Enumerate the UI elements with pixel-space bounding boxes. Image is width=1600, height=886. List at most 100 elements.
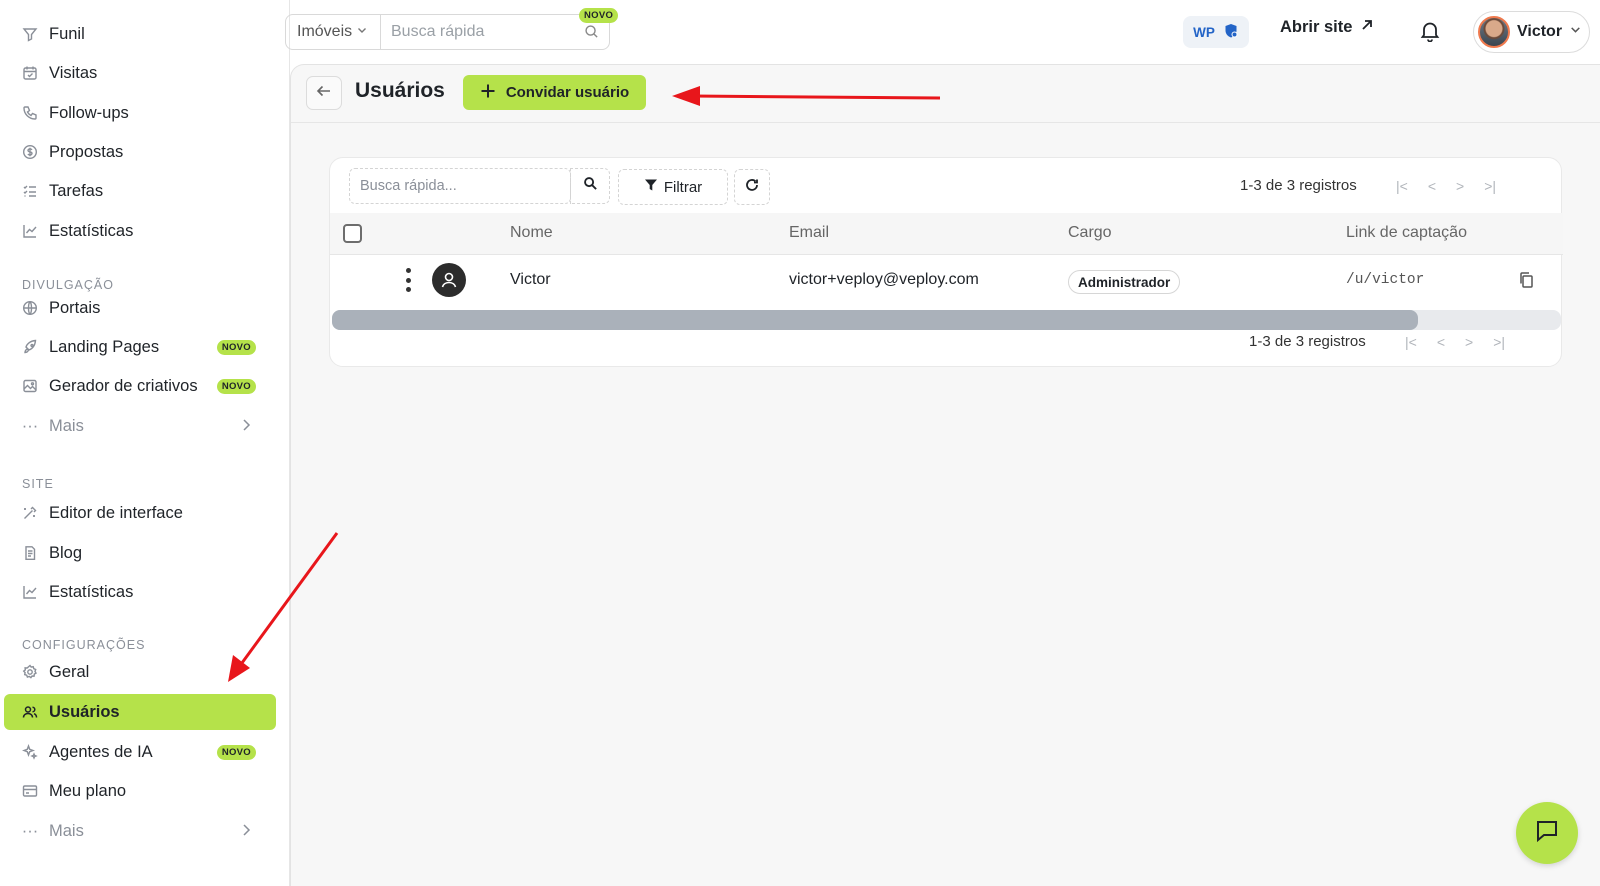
search-placeholder: Busca rápida — [391, 23, 485, 40]
search-scope-select[interactable]: Imóveis — [286, 15, 381, 49]
column-header-link[interactable]: Link de captação — [1346, 224, 1467, 242]
column-header-nome[interactable]: Nome — [510, 224, 553, 242]
filter-label: Filtrar — [663, 178, 703, 196]
invite-user-label: Convidar usuário — [505, 84, 630, 101]
pagination-top: |< < > >| — [1396, 178, 1496, 194]
first-page-icon[interactable]: |< — [1405, 334, 1417, 350]
sidebar-item-mais-divulgacao[interactable]: ··· Mais — [4, 408, 276, 444]
records-count-bottom: 1-3 de 3 registros — [1249, 333, 1366, 350]
sidebar-item-estatisticas-site[interactable]: Estatísticas — [4, 574, 276, 610]
sidebar-item-propostas[interactable]: Propostas — [4, 134, 276, 170]
prev-page-icon[interactable]: < — [1428, 178, 1436, 194]
sidebar-item-usuarios[interactable]: Usuários — [4, 694, 276, 730]
card-icon — [22, 783, 38, 799]
sidebar-item-label: Blog — [49, 543, 83, 562]
copy-icon[interactable] — [1518, 271, 1534, 294]
scrollbar-thumb[interactable] — [332, 310, 1418, 330]
dollar-icon — [22, 144, 38, 160]
sidebar-item-label: Estatísticas — [49, 582, 134, 601]
arrow-left-icon — [315, 82, 333, 105]
sidebar-item-agentes-de-ia[interactable]: Agentes de IA NOVO — [4, 734, 276, 770]
chevron-down-icon — [356, 23, 368, 41]
column-header-email[interactable]: Email — [789, 224, 829, 242]
sidebar-item-editor-de-interface[interactable]: Editor de interface — [4, 495, 276, 531]
sidebar-item-meu-plano[interactable]: Meu plano — [4, 773, 276, 809]
table-row: Victor victor+veploy@veploy.com Administ… — [330, 255, 1563, 307]
calendar-icon — [22, 65, 38, 81]
sidebar-item-blog[interactable]: Blog — [4, 535, 276, 571]
sidebar-item-portais[interactable]: Portais — [4, 290, 276, 326]
tasks-icon — [22, 183, 38, 199]
sidebar: Funil Visitas Follow-ups Propostas Taref… — [0, 0, 290, 886]
chart-icon — [22, 223, 38, 239]
sidebar-item-label: Estatísticas — [49, 221, 134, 240]
back-button[interactable] — [306, 76, 342, 110]
chat-button[interactable] — [1516, 802, 1578, 864]
search-scope-label: Imóveis — [297, 23, 353, 40]
chart-icon — [22, 584, 38, 600]
chat-icon — [1534, 818, 1560, 849]
first-page-icon[interactable]: |< — [1396, 178, 1408, 194]
novo-badge: NOVO — [216, 745, 256, 760]
global-search-input[interactable]: Busca rápida — [381, 15, 609, 49]
plus-icon — [480, 83, 496, 103]
sidebar-item-label: Portais — [49, 298, 101, 317]
sidebar-item-estatisticas[interactable]: Estatísticas — [4, 213, 276, 249]
next-page-icon[interactable]: > — [1456, 178, 1464, 194]
last-page-icon[interactable]: >| — [1484, 178, 1496, 194]
novo-badge: NOVO — [216, 379, 256, 394]
open-site-button[interactable]: Abrir site — [1280, 18, 1374, 37]
chevron-right-icon — [238, 417, 254, 438]
next-page-icon[interactable]: > — [1465, 334, 1473, 350]
cell-name[interactable]: Victor — [510, 271, 551, 289]
chevron-right-icon — [238, 822, 254, 843]
refresh-button[interactable] — [734, 169, 770, 205]
select-all-checkbox[interactable] — [343, 224, 362, 243]
last-page-icon[interactable]: >| — [1493, 334, 1505, 350]
image-icon — [22, 378, 38, 394]
search-icon — [584, 24, 599, 44]
users-table-card: Busca rápida... Filtrar 1-3 de 3 registr… — [329, 157, 1563, 367]
row-actions-menu[interactable] — [405, 268, 411, 292]
phone-icon — [22, 105, 38, 121]
sidebar-item-label: Visitas — [49, 63, 98, 82]
column-header-cargo[interactable]: Cargo — [1068, 224, 1112, 242]
arrow-up-right-icon — [1360, 18, 1374, 37]
gear-icon — [22, 664, 38, 680]
wp-label: WP — [1193, 24, 1215, 40]
sidebar-item-funil[interactable]: Funil — [4, 16, 276, 52]
table-search-input[interactable]: Busca rápida... — [349, 168, 571, 204]
page-title: Usuários — [355, 79, 445, 102]
invite-user-button[interactable]: Convidar usuário — [463, 75, 646, 110]
section-title-configuracoes: CONFIGURAÇÕES — [22, 638, 146, 652]
dots-icon: ··· — [21, 821, 39, 840]
pagination-bottom: |< < > >| — [1405, 334, 1505, 350]
wand-icon — [22, 505, 38, 521]
main-content: Usuários Convidar usuário Busca rápida..… — [290, 64, 1600, 886]
sidebar-item-gerador-de-criativos[interactable]: Gerador de criativos NOVO — [4, 368, 276, 404]
horizontal-scrollbar[interactable] — [332, 310, 1561, 330]
sidebar-item-label: Follow-ups — [49, 103, 129, 122]
wordpress-button[interactable]: WP — [1183, 16, 1249, 48]
records-count-top: 1-3 de 3 registros — [1240, 177, 1357, 194]
sidebar-item-label: Meu plano — [49, 781, 127, 800]
bell-icon[interactable] — [1420, 20, 1440, 47]
sidebar-item-tarefas[interactable]: Tarefas — [4, 173, 276, 209]
sidebar-item-landing-pages[interactable]: Landing Pages NOVO — [4, 329, 276, 365]
sidebar-item-label: Geral — [49, 662, 90, 681]
sidebar-item-mais-config[interactable]: ··· Mais — [4, 813, 276, 849]
sidebar-item-follow-ups[interactable]: Follow-ups — [4, 95, 276, 131]
sidebar-item-visitas[interactable]: Visitas — [4, 55, 276, 91]
prev-page-icon[interactable]: < — [1437, 334, 1445, 350]
table-search-button[interactable] — [570, 168, 610, 204]
sidebar-item-label: Landing Pages — [49, 337, 160, 356]
user-menu-button[interactable]: Victor — [1473, 11, 1590, 53]
filter-button[interactable]: Filtrar — [618, 169, 728, 205]
sidebar-item-label: Mais — [49, 416, 84, 435]
chevron-down-icon — [1569, 23, 1582, 41]
novo-badge: NOVO — [216, 340, 256, 355]
rocket-icon — [22, 339, 38, 355]
avatar — [1478, 16, 1510, 48]
novo-badge: NOVO — [579, 8, 619, 23]
sidebar-item-geral[interactable]: Geral — [4, 654, 276, 690]
